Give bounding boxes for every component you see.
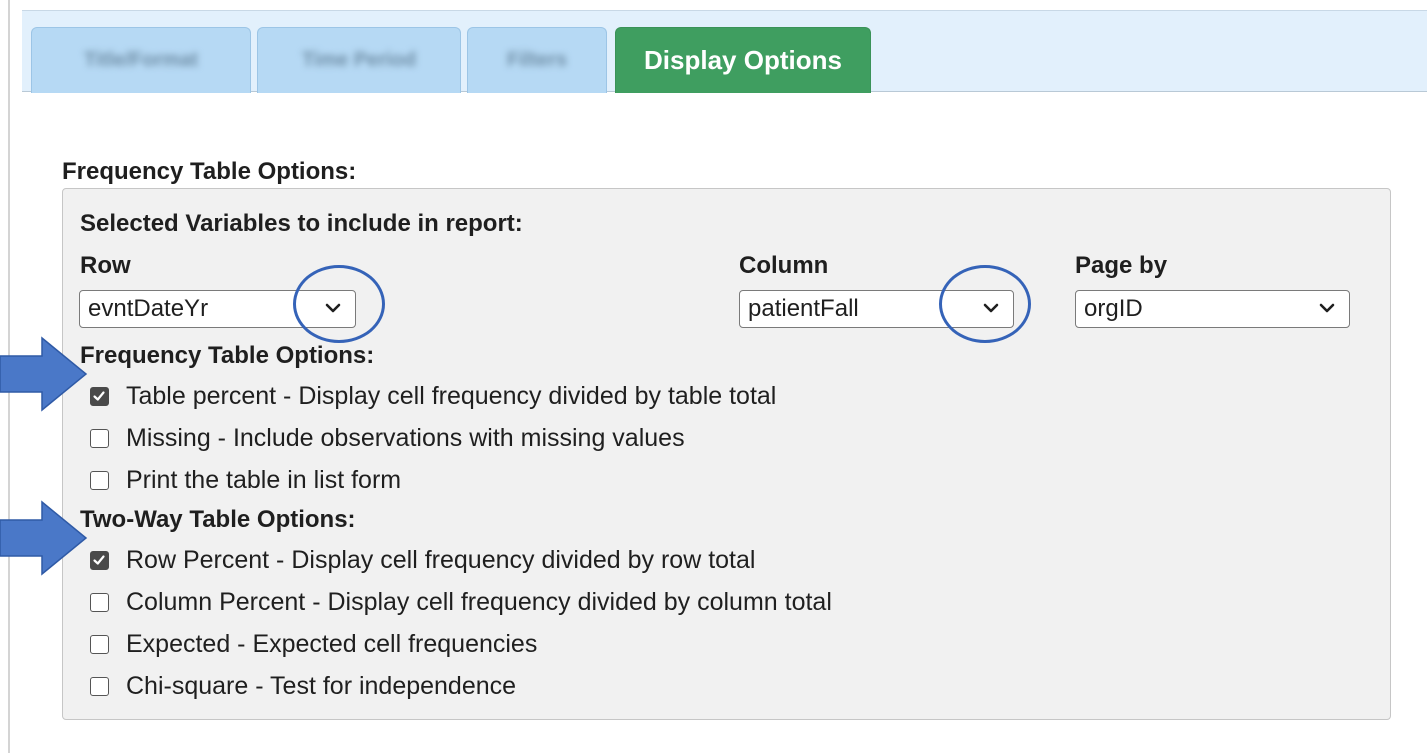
- checkbox[interactable]: [90, 386, 109, 406]
- twoway-options-heading: Two-Way Table Options:: [80, 506, 356, 533]
- tab-label: Title/Format: [83, 49, 199, 71]
- option-label: Missing - Include observations with miss…: [126, 423, 685, 452]
- option-table-percent[interactable]: Table percent - Display cell frequency d…: [90, 381, 776, 411]
- checkbox[interactable]: [90, 550, 109, 570]
- chevron-down-icon: [983, 303, 999, 313]
- tab-bar: Title/Format Time Period Filters Display…: [22, 10, 1427, 93]
- row-label: Row: [80, 252, 131, 279]
- option-label: Print the table in list form: [126, 465, 402, 494]
- arrow-right-icon: [0, 500, 88, 576]
- option-column-percent[interactable]: Column Percent - Display cell frequency …: [90, 587, 832, 617]
- panel-heading: Selected Variables to include in report:: [80, 210, 523, 237]
- checkbox[interactable]: [90, 592, 109, 612]
- option-missing[interactable]: Missing - Include observations with miss…: [90, 423, 685, 453]
- checkbox[interactable]: [90, 634, 109, 654]
- tab-label: Filters: [506, 49, 568, 71]
- option-chi-square[interactable]: Chi-square - Test for independence: [90, 671, 516, 701]
- chevron-down-icon: [325, 303, 341, 313]
- option-expected[interactable]: Expected - Expected cell frequencies: [90, 629, 537, 659]
- option-list-form[interactable]: Print the table in list form: [90, 465, 401, 495]
- column-label: Column: [739, 252, 829, 279]
- option-label: Table percent - Display cell frequency d…: [126, 381, 777, 410]
- chevron-down-icon: [1319, 303, 1335, 313]
- option-label: Column Percent - Display cell frequency …: [126, 587, 832, 616]
- tab-display-options[interactable]: Display Options: [615, 27, 871, 93]
- tab-label: Display Options: [644, 45, 842, 75]
- pageby-label: Page by: [1075, 252, 1168, 279]
- tab-label: Time Period: [301, 49, 417, 71]
- option-label: Expected - Expected cell frequencies: [126, 629, 538, 658]
- row-select-value: evntDateYr: [88, 295, 209, 322]
- pageby-select[interactable]: orgID: [1075, 290, 1350, 328]
- option-label: Row Percent - Display cell frequency div…: [126, 545, 756, 574]
- tab-filters[interactable]: Filters: [467, 27, 607, 93]
- checkbox[interactable]: [90, 470, 109, 490]
- tab-title-format[interactable]: Title/Format: [31, 27, 251, 93]
- checkmark-icon: [93, 390, 105, 401]
- option-label: Chi-square - Test for independence: [126, 671, 517, 700]
- checkbox[interactable]: [90, 428, 109, 448]
- tab-time-period[interactable]: Time Period: [257, 27, 461, 93]
- column-select-value: patientFall: [748, 295, 859, 322]
- arrow-right-icon: [0, 336, 88, 412]
- checkmark-icon: [93, 554, 105, 565]
- section-title: Frequency Table Options:: [62, 158, 357, 185]
- freq-options-heading: Frequency Table Options:: [80, 342, 375, 369]
- checkbox[interactable]: [90, 676, 109, 696]
- pageby-select-value: orgID: [1084, 295, 1143, 322]
- option-row-percent[interactable]: Row Percent - Display cell frequency div…: [90, 545, 755, 575]
- column-select[interactable]: patientFall: [739, 290, 1014, 328]
- row-select[interactable]: evntDateYr: [79, 290, 356, 328]
